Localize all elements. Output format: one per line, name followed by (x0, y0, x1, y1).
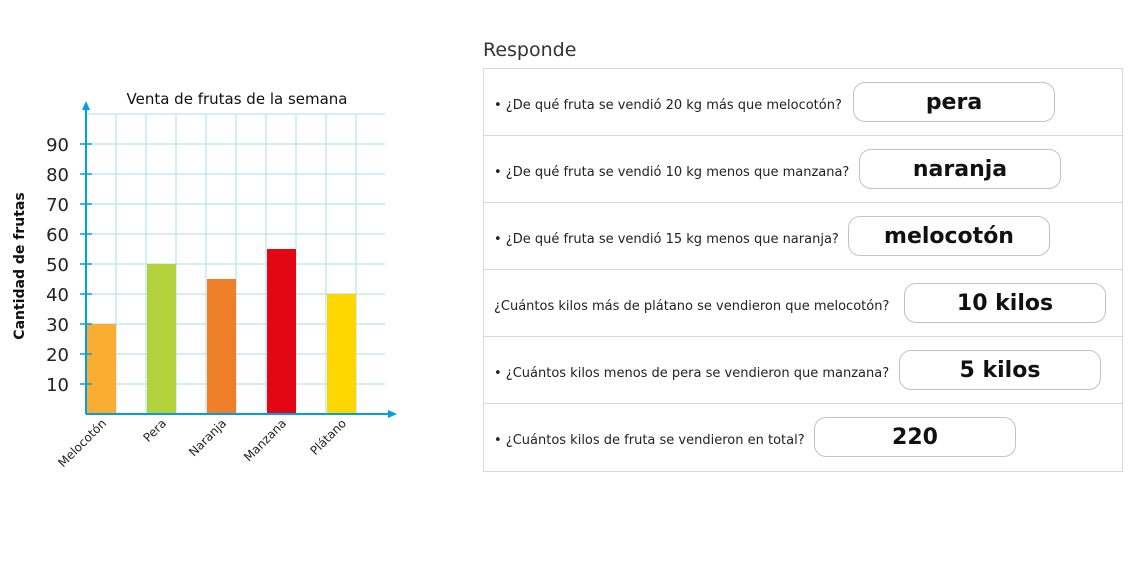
x-tick-label: Pera (140, 416, 169, 445)
bar-plátano (327, 294, 356, 414)
bar-pera (147, 264, 176, 414)
questions-panel: • ¿De qué fruta se vendió 20 kg más que … (483, 68, 1123, 472)
bar-naranja (207, 279, 236, 414)
y-axis-arrow (82, 101, 90, 110)
bar-manzana (267, 249, 296, 414)
y-tick-label: 40 (46, 285, 69, 306)
answer-field[interactable]: 10 kilos (904, 283, 1106, 323)
question-row: • ¿De qué fruta se vendió 15 kg menos qu… (484, 203, 1122, 270)
answer-field[interactable]: pera (853, 82, 1055, 122)
question-row: • ¿Cuántos kilos de fruta se vendieron e… (484, 404, 1122, 471)
answer-field[interactable]: melocotón (848, 216, 1050, 256)
question-row: • ¿De qué fruta se vendió 10 kg menos qu… (484, 136, 1122, 203)
y-tick-label: 80 (46, 165, 69, 186)
x-tick-label: Plátano (307, 416, 349, 458)
y-tick-label: 20 (46, 345, 69, 366)
chart-title: Venta de frutas de la semana (127, 90, 348, 108)
question-text: • ¿De qué fruta se vendió 20 kg más que … (494, 98, 842, 113)
question-text: ¿Cuántos kilos más de plátano se vendier… (494, 299, 890, 314)
question-row: • ¿De qué fruta se vendió 20 kg más que … (484, 69, 1122, 136)
question-text: • ¿Cuántos kilos menos de pera se vendie… (494, 366, 890, 381)
question-text: • ¿De qué fruta se vendió 10 kg menos qu… (494, 165, 850, 180)
question-row: • ¿Cuántos kilos menos de pera se vendie… (484, 337, 1122, 404)
y-tick-label: 70 (46, 195, 69, 216)
question-text: • ¿Cuántos kilos de fruta se vendieron e… (494, 433, 805, 448)
y-tick-label: 10 (46, 375, 69, 396)
answer-field[interactable]: 5 kilos (899, 350, 1101, 390)
y-tick-label: 90 (46, 135, 69, 156)
y-axis-label: Cantidad de frutas (12, 192, 28, 339)
x-axis-arrow (388, 410, 397, 418)
x-tick-label: Naranja (186, 416, 229, 459)
question-text: • ¿De qué fruta se vendió 15 kg menos qu… (494, 232, 839, 247)
x-tick-label: Manzana (241, 416, 289, 464)
answer-field[interactable]: 220 (814, 417, 1016, 457)
responde-title: Responde (483, 39, 577, 61)
y-tick-label: 50 (46, 255, 69, 276)
question-row: ¿Cuántos kilos más de plátano se vendier… (484, 270, 1122, 337)
y-tick-label: 60 (46, 225, 69, 246)
fruit-sales-chart: 10 20 30 40 50 60 70 80 90 Melocotón Pera Naranja Ma… (12, 90, 397, 470)
y-tick-label: 30 (46, 315, 69, 336)
answer-field[interactable]: naranja (859, 149, 1061, 189)
bar-melocotón (87, 324, 116, 414)
x-tick-label: Melocotón (55, 416, 109, 470)
